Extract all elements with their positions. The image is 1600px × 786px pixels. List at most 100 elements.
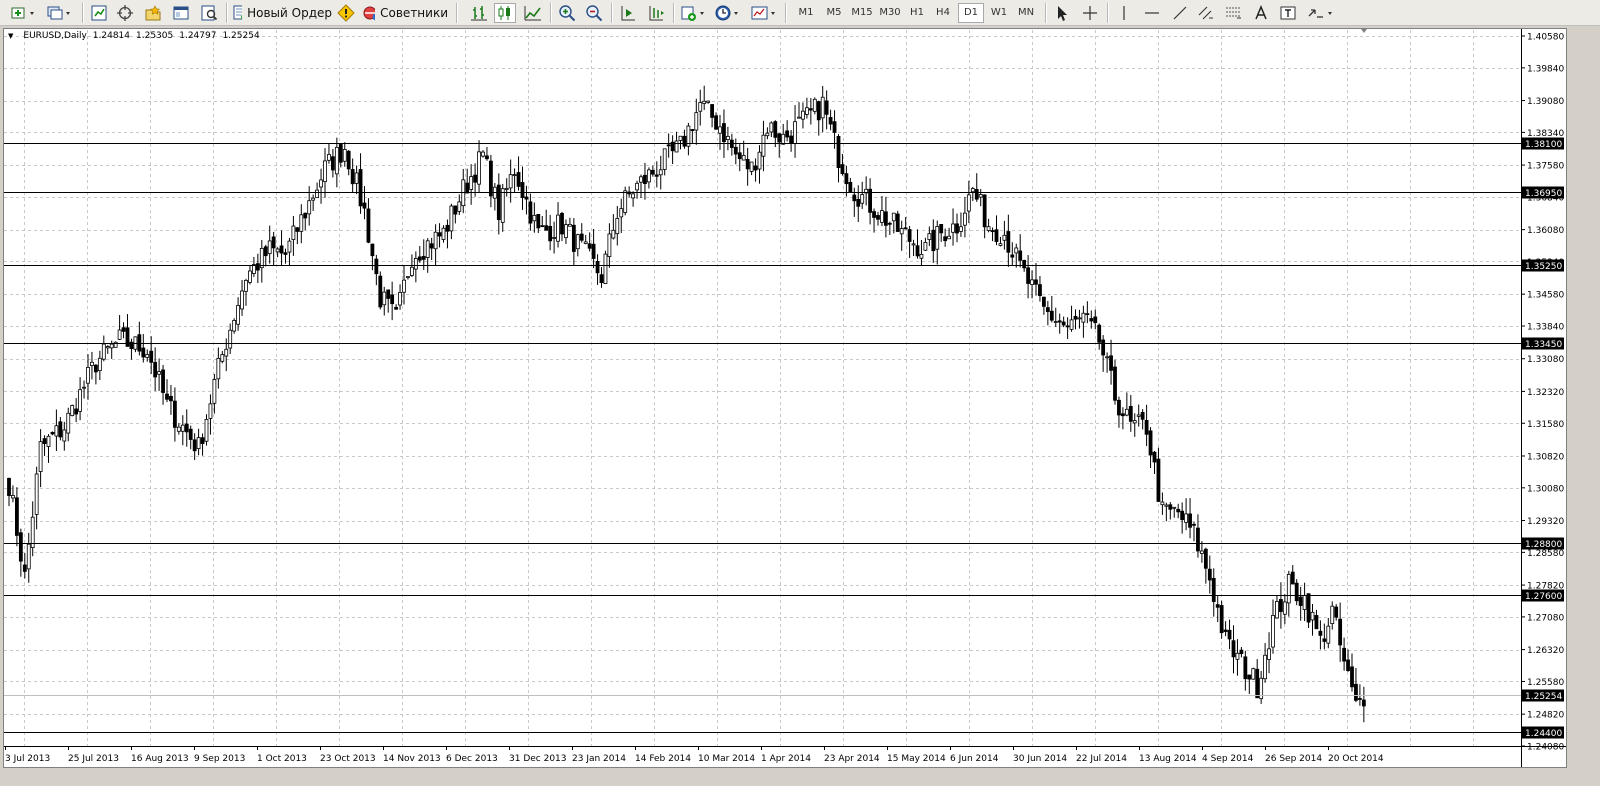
candle-bull bbox=[469, 176, 474, 190]
expert-advisors-label: Советники bbox=[380, 6, 448, 20]
alert-icon[interactable] bbox=[336, 3, 356, 23]
candle-bear bbox=[737, 152, 742, 160]
candle-bear bbox=[1239, 649, 1244, 655]
templates-icon[interactable] bbox=[749, 3, 779, 23]
timeframe-m15[interactable]: M15 bbox=[848, 3, 876, 23]
candle-bull bbox=[1081, 312, 1086, 323]
market-watch-icon[interactable] bbox=[88, 3, 110, 23]
candle-bear bbox=[366, 208, 371, 243]
date-tick-label: 23 Oct 2013 bbox=[320, 754, 376, 764]
line-chart-icon[interactable] bbox=[522, 3, 544, 23]
symbol-low: 1.24797 bbox=[179, 31, 217, 41]
candle-bear bbox=[1018, 250, 1023, 261]
crosshair-icon[interactable] bbox=[1079, 3, 1101, 23]
timeframe-mn[interactable]: MN bbox=[1012, 3, 1040, 23]
date-tick-label: 23 Apr 2014 bbox=[824, 754, 880, 764]
equidistant-channel-icon[interactable] bbox=[1195, 3, 1217, 23]
horizontal-line-icon[interactable] bbox=[1141, 3, 1163, 23]
candle-bear bbox=[848, 181, 853, 192]
periods-clock-icon[interactable] bbox=[713, 3, 743, 23]
auto-scroll-icon[interactable] bbox=[617, 3, 639, 23]
date-tick-label: 16 Aug 2013 bbox=[131, 754, 189, 764]
candle-bear bbox=[1306, 593, 1311, 623]
timeframe-h4[interactable]: H4 bbox=[930, 3, 956, 23]
candle-bear bbox=[362, 202, 367, 209]
candle-bear bbox=[587, 243, 592, 249]
candle-bull bbox=[781, 133, 786, 145]
candle-bull bbox=[694, 112, 699, 131]
candle-bear bbox=[496, 184, 501, 221]
cursor-icon[interactable] bbox=[1051, 3, 1073, 23]
expert-advisors-button[interactable]: Советники bbox=[362, 3, 448, 23]
candle-bear bbox=[121, 327, 126, 332]
candle-bear bbox=[429, 243, 434, 249]
candle-bull bbox=[765, 132, 770, 137]
navigator-icon[interactable] bbox=[142, 3, 164, 23]
timeframe-h1[interactable]: H1 bbox=[904, 3, 930, 23]
candle-bull bbox=[1263, 654, 1267, 680]
candle-bear bbox=[560, 212, 564, 235]
candle-bull bbox=[1105, 356, 1109, 359]
text-icon[interactable] bbox=[1250, 3, 1272, 23]
terminal-icon[interactable] bbox=[170, 3, 192, 23]
level-price-label: 1.24400 bbox=[1525, 729, 1562, 739]
candle-bear bbox=[1006, 231, 1011, 253]
bar-chart-icon[interactable] bbox=[468, 3, 490, 23]
zoom-out-icon[interactable] bbox=[583, 3, 605, 23]
new-chart-icon[interactable] bbox=[8, 3, 40, 23]
candle-bull bbox=[998, 243, 1003, 246]
candle-bull bbox=[240, 290, 244, 310]
date-tick-label: 30 Jun 2014 bbox=[1013, 754, 1067, 764]
candle-bull bbox=[319, 179, 323, 188]
candle-bull bbox=[97, 357, 102, 372]
fibonacci-icon[interactable] bbox=[1222, 3, 1244, 23]
trendline-icon[interactable] bbox=[1169, 3, 1191, 23]
text-label-icon[interactable] bbox=[1277, 3, 1299, 23]
candle-bear bbox=[1223, 629, 1228, 632]
timeframe-m1[interactable]: M1 bbox=[792, 3, 820, 23]
profiles-icon[interactable] bbox=[44, 3, 76, 23]
candle-bull bbox=[413, 258, 418, 270]
candle-bull bbox=[564, 224, 568, 239]
symbol-open: 1.24814 bbox=[92, 31, 131, 41]
candlestick-chart-icon[interactable] bbox=[494, 3, 516, 23]
zoom-in-icon[interactable] bbox=[556, 3, 578, 23]
candle-bear bbox=[1057, 320, 1062, 323]
arrows-icon[interactable] bbox=[1305, 3, 1337, 23]
candle-bear bbox=[149, 350, 154, 363]
candle-bear bbox=[1231, 640, 1236, 658]
candle-bull bbox=[741, 155, 746, 161]
candle-bear bbox=[650, 169, 655, 175]
indicators-icon[interactable] bbox=[679, 3, 709, 23]
candle-bull bbox=[970, 188, 975, 193]
candle-bear bbox=[192, 439, 197, 452]
candle-bull bbox=[880, 210, 884, 223]
candle-bull bbox=[1184, 513, 1188, 523]
candle-bear bbox=[1180, 510, 1185, 521]
vertical-line-icon[interactable] bbox=[1113, 3, 1135, 23]
level-price-label: 1.35250 bbox=[1525, 262, 1562, 272]
chart-window[interactable]: 1.405801.398401.390801.383401.375801.368… bbox=[3, 28, 1567, 768]
new-order-button[interactable]: Новый Ордер bbox=[232, 3, 332, 23]
timeframe-w1[interactable]: W1 bbox=[986, 3, 1012, 23]
level-price-label: 1.28800 bbox=[1525, 540, 1562, 550]
strategy-tester-icon[interactable] bbox=[198, 3, 220, 23]
candle-bear bbox=[1128, 405, 1133, 422]
price-tick-label: 1.30820 bbox=[1527, 452, 1564, 462]
chart-shift-icon[interactable] bbox=[645, 3, 667, 23]
data-window-icon[interactable] bbox=[114, 3, 136, 23]
level-price-label: 1.33450 bbox=[1525, 340, 1562, 350]
candle-bull bbox=[797, 116, 801, 119]
candle-bear bbox=[1038, 284, 1042, 296]
date-tick-label: 14 Nov 2013 bbox=[383, 754, 441, 764]
candle-bull bbox=[90, 361, 94, 366]
candle-bull bbox=[757, 151, 762, 170]
timeframe-m5[interactable]: M5 bbox=[820, 3, 848, 23]
candle-bear bbox=[7, 477, 11, 496]
candle-bull bbox=[1275, 601, 1279, 619]
timeframe-d1[interactable]: D1 bbox=[958, 3, 984, 23]
candle-bear bbox=[1342, 647, 1346, 662]
symbol-menu-icon[interactable]: ▼ bbox=[8, 32, 13, 40]
candle-bear bbox=[279, 245, 284, 254]
timeframe-m30[interactable]: M30 bbox=[876, 3, 904, 23]
